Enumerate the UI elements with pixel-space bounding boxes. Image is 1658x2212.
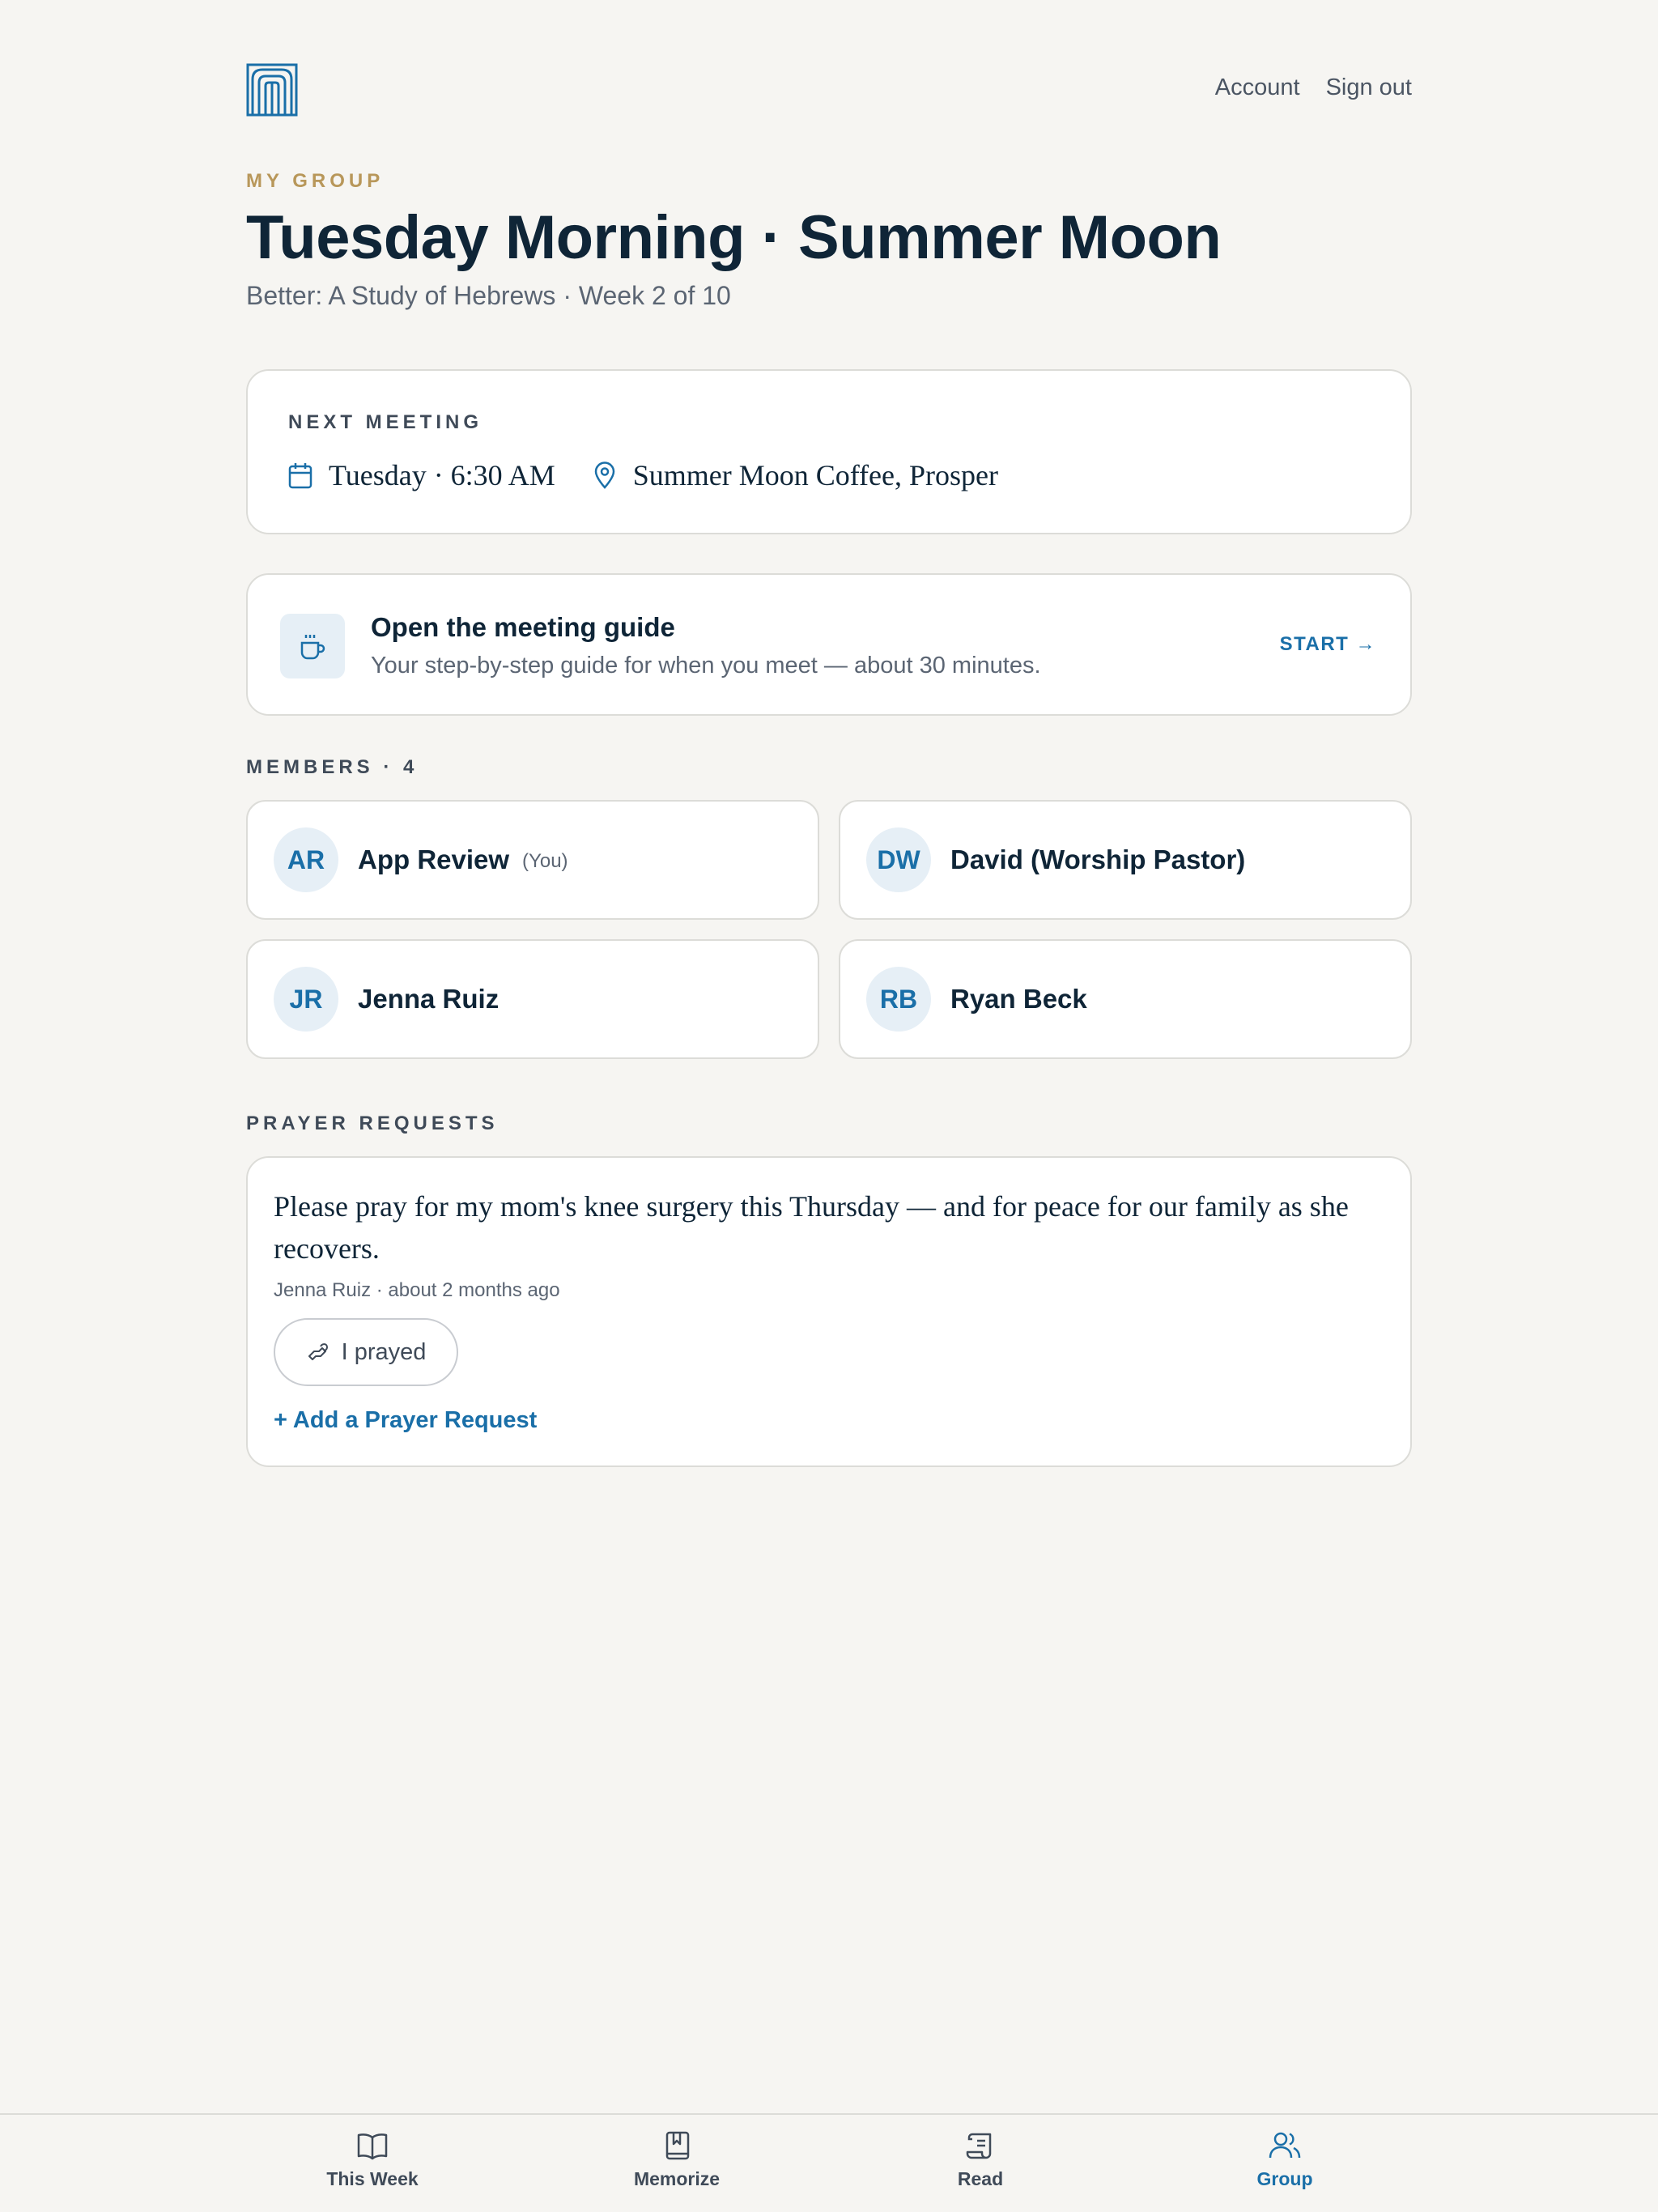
meeting-time: Tuesday · 6:30 AM: [329, 459, 555, 491]
prayer-request-card: Please pray for my mom's knee surgery th…: [246, 1156, 1412, 1467]
member-card[interactable]: JR Jenna Ruiz: [246, 939, 819, 1059]
tab-label: This Week: [326, 2168, 419, 2189]
member-name: App Review: [358, 844, 510, 874]
account-link[interactable]: Account: [1215, 74, 1300, 101]
next-meeting-card: NEXT MEETING Tuesday · 6:30 AM Summer Mo…: [246, 369, 1412, 534]
praying-hands-icon: [308, 1343, 328, 1360]
prayer-requests-label: PRAYER REQUESTS: [246, 1112, 499, 1134]
page-subtitle: Better: A Study of Hebrews · Week 2 of 1…: [246, 281, 731, 310]
guide-title: Open the meeting guide: [371, 612, 675, 642]
calendar-icon: [288, 463, 312, 489]
users-icon: [1269, 2132, 1301, 2159]
avatar: DW: [866, 827, 931, 892]
member-card[interactable]: AR App Review (You): [246, 800, 819, 920]
page-title: Tuesday Morning · Summer Moon: [246, 203, 1222, 272]
avatar: JR: [274, 967, 338, 1032]
group-page: Account Sign out MY GROUP Tuesday Mornin…: [0, 0, 1658, 2212]
i-prayed-button[interactable]: I prayed: [274, 1318, 458, 1386]
sign-out-link[interactable]: Sign out: [1326, 74, 1412, 101]
member-name-row: App Review (You): [358, 802, 568, 918]
you-tag: (You): [522, 850, 568, 872]
prayer-request-text: Please pray for my mom's knee surgery th…: [274, 1190, 1349, 1265]
map-pin-icon: [594, 462, 614, 489]
member-name-row: David (Worship Pastor): [950, 802, 1245, 918]
add-prayer-request-link[interactable]: + Add a Prayer Request: [274, 1407, 537, 1434]
prayer-request-meta: Jenna Ruiz · about 2 months ago: [274, 1279, 560, 1301]
tab-label: Read: [957, 2168, 1004, 2189]
top-nav: Account Sign out: [1215, 74, 1412, 101]
start-guide-button[interactable]: START →: [1280, 633, 1376, 656]
member-name: David (Worship Pastor): [950, 844, 1246, 874]
guide-description: Your step-by-step guide for when you mee…: [371, 653, 1041, 678]
member-card[interactable]: DW David (Worship Pastor): [839, 800, 1412, 920]
members-label: MEMBERS · 4: [246, 756, 419, 778]
tab-label: Memorize: [633, 2168, 721, 2189]
member-name-row: Jenna Ruiz: [358, 941, 499, 1057]
meeting-location: Summer Moon Coffee, Prosper: [632, 459, 998, 491]
tab-memorize[interactable]: Memorize: [580, 2115, 774, 2212]
meeting-guide-card[interactable]: Open the meeting guide Your step-by-step…: [246, 573, 1412, 716]
bookmark-book-icon: [665, 2131, 690, 2160]
tab-this-week[interactable]: This Week: [275, 2115, 470, 2212]
member-name: Ryan Beck: [950, 984, 1087, 1014]
scroll-icon: [966, 2133, 992, 2159]
member-name: Jenna Ruiz: [358, 984, 500, 1014]
tab-read[interactable]: Read: [883, 2115, 1078, 2212]
member-card[interactable]: RB Ryan Beck: [839, 939, 1412, 1059]
tab-group[interactable]: Group: [1188, 2115, 1382, 2212]
member-name-row: Ryan Beck: [950, 941, 1087, 1057]
next-meeting-label: NEXT MEETING: [288, 411, 483, 433]
bottom-nav: This Week Memorize Read Group: [0, 2113, 1658, 2212]
avatar: AR: [274, 827, 338, 892]
coffee-cup-icon: [280, 614, 345, 678]
page-eyebrow: MY GROUP: [246, 170, 385, 192]
tab-label: Group: [1256, 2168, 1313, 2189]
i-prayed-label: I prayed: [341, 1338, 427, 1365]
brand-logo[interactable]: [246, 63, 298, 117]
avatar: RB: [866, 967, 931, 1032]
open-book-icon: [357, 2133, 388, 2160]
meeting-details: Tuesday · 6:30 AM Summer Moon Coffee, Pr…: [288, 458, 998, 492]
